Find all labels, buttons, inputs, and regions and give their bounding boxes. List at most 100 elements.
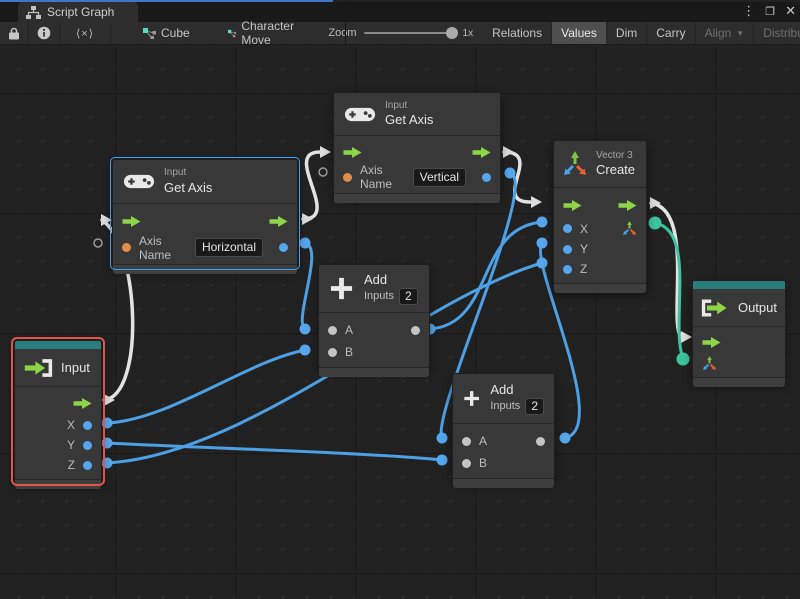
vector3-value-port[interactable] (702, 356, 717, 371)
io-node-strip (693, 281, 785, 289)
io-node-strip (15, 341, 101, 349)
axis-name-field[interactable]: Vertical (413, 168, 466, 187)
vector3-result-port[interactable] (622, 221, 637, 236)
port-label: Z (68, 458, 75, 472)
dim-button[interactable]: Dim (607, 22, 647, 44)
port-label: B (479, 456, 487, 470)
flow-out-port[interactable] (618, 200, 637, 211)
carry-button[interactable]: Carry (647, 22, 695, 44)
node-footer (15, 480, 101, 489)
flow-in-port[interactable] (563, 200, 582, 211)
result-port[interactable] (279, 243, 288, 252)
port-x[interactable] (563, 224, 572, 233)
graph-hierarchy-icon (26, 6, 41, 19)
flow-out-port[interactable] (472, 147, 491, 158)
tab-script-graph[interactable]: Script Graph (18, 2, 138, 22)
node-title: Get Axis (385, 112, 433, 128)
flow-in-port[interactable] (343, 147, 362, 158)
inputs-count-field[interactable]: 2 (525, 398, 544, 415)
port-label: Z (580, 262, 587, 276)
port-label: A (345, 323, 353, 337)
breadcrumb-character-move[interactable]: Character Move (218, 22, 309, 44)
port-z[interactable] (83, 461, 92, 470)
plus-icon (329, 276, 354, 301)
axis-name-port[interactable] (122, 243, 131, 252)
input-icon (23, 358, 53, 378)
plus-icon (463, 386, 480, 411)
zoom-value: 1x (463, 28, 474, 39)
lock-icon (8, 27, 20, 40)
port-a[interactable] (462, 437, 471, 446)
flow-in-port[interactable] (122, 216, 141, 227)
sum-port[interactable] (536, 437, 545, 446)
distribute-dropdown[interactable]: Distribute▼ (754, 22, 800, 44)
node-get-axis-horizontal[interactable]: Input Get Axis Axis Name Horizontal (112, 159, 298, 268)
gamepad-icon (123, 172, 155, 191)
flow-in-port[interactable] (702, 337, 721, 348)
close-icon[interactable]: ✕ (785, 3, 796, 19)
node-title: Create (596, 162, 635, 178)
node-input[interactable]: Input X Y Z (14, 340, 102, 483)
node-footer (334, 194, 500, 203)
port-y[interactable] (563, 245, 572, 254)
port-a[interactable] (328, 326, 337, 335)
graph-asset-icon (228, 28, 237, 39)
inspect-button[interactable] (29, 22, 60, 44)
port-label: Axis Name (139, 234, 187, 262)
node-title: Input (61, 360, 90, 375)
node-footer (319, 368, 429, 377)
inputs-label: Inputs (490, 400, 520, 414)
port-label: X (67, 418, 75, 432)
node-footer (453, 479, 554, 488)
unity-script-graph-window: Script Graph ⋮ ❐ ✕ ⟨×⟩ (0, 0, 800, 599)
menu-icon[interactable]: ⋮ (742, 3, 755, 19)
result-port[interactable] (482, 173, 491, 182)
port-z[interactable] (563, 265, 572, 274)
breadcrumb-cube[interactable]: Cube (133, 22, 200, 44)
port-label: Y (67, 438, 75, 452)
panel-divider (345, 2, 346, 45)
axis-name-field[interactable]: Horizontal (195, 238, 263, 257)
zoom-slider[interactable] (364, 32, 456, 34)
code-preview-button[interactable]: ⟨×⟩ (60, 22, 111, 44)
node-vector3-create[interactable]: Vector 3 Create X Y (553, 140, 647, 291)
zoom-slider-handle[interactable] (446, 27, 458, 39)
maximize-icon[interactable]: ❐ (765, 5, 775, 18)
node-add-2[interactable]: Add Inputs 2 A B (452, 373, 555, 480)
axis-name-port[interactable] (343, 173, 352, 182)
node-title: Output (738, 300, 777, 315)
node-title: Add (364, 272, 418, 288)
port-b[interactable] (328, 348, 337, 357)
lock-button[interactable] (0, 22, 29, 44)
graph-asset-icon (143, 28, 156, 39)
window-controls: ⋮ ❐ ✕ (742, 2, 796, 20)
gamepad-icon (344, 105, 376, 124)
port-y[interactable] (83, 441, 92, 450)
chevron-down-icon: ▼ (736, 29, 744, 38)
port-label: X (580, 222, 588, 236)
node-title: Get Axis (164, 180, 212, 196)
node-title: Add (490, 382, 544, 398)
inputs-label: Inputs (364, 290, 394, 304)
inputs-count-field[interactable]: 2 (399, 288, 418, 305)
node-category: Input (385, 100, 433, 113)
align-dropdown[interactable]: Align▼ (696, 22, 755, 44)
node-footer (693, 378, 785, 387)
port-b[interactable] (462, 459, 471, 468)
node-get-axis-vertical[interactable]: Input Get Axis Axis Name Vertical (333, 92, 501, 196)
relations-button[interactable]: Relations (483, 22, 552, 44)
flow-out-port[interactable] (269, 216, 288, 227)
flow-out-port[interactable] (73, 398, 92, 409)
port-label: Axis Name (360, 163, 405, 191)
graph-toolbar: ⟨×⟩ Cube Character Move Zoom (0, 22, 800, 45)
port-label: A (479, 434, 487, 448)
zoom-label: Zoom (328, 27, 356, 39)
port-x[interactable] (83, 421, 92, 430)
node-add-1[interactable]: Add Inputs 2 A B (318, 264, 430, 368)
node-category: Input (164, 167, 212, 180)
sum-port[interactable] (411, 326, 420, 335)
node-category: Vector 3 (596, 150, 635, 163)
node-output[interactable]: Output (692, 280, 786, 382)
values-button[interactable]: Values (552, 22, 607, 44)
node-footer (554, 284, 646, 293)
